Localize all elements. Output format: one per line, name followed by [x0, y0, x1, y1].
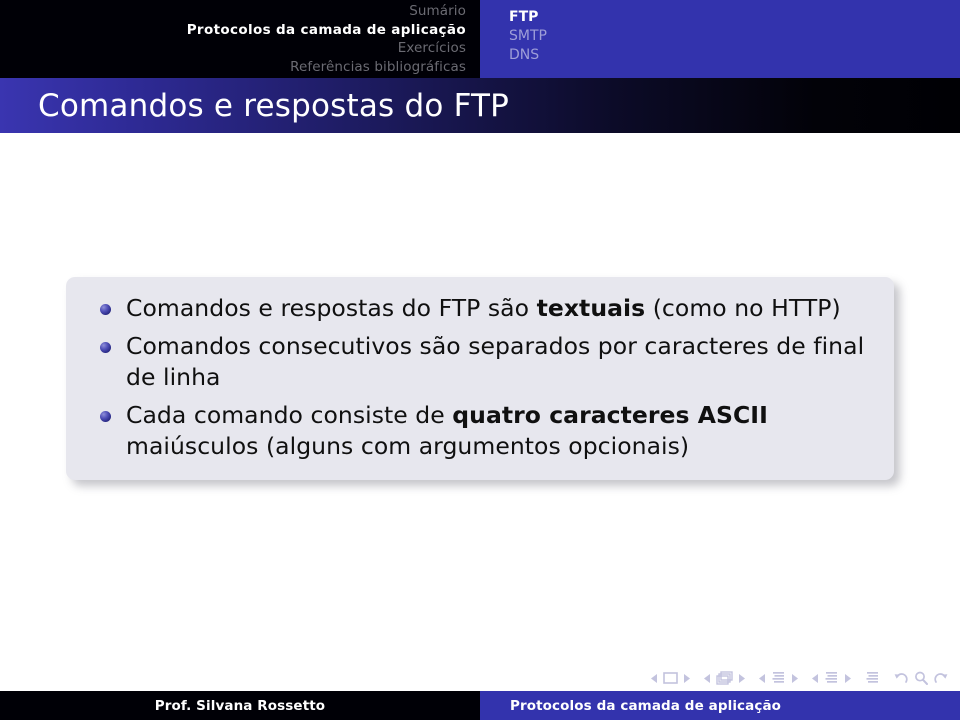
back-arrow-icon[interactable]: [894, 671, 909, 685]
history-navigation: [894, 671, 948, 685]
list-item-emphasis: textuais: [536, 294, 646, 322]
nav-section-item[interactable]: Referências bibliográficas: [0, 58, 466, 77]
nav-section-item[interactable]: Exercícios: [0, 39, 466, 58]
section-navigation: [812, 671, 851, 685]
frame-stack-icon[interactable]: [716, 671, 733, 685]
list-item: Comandos consecutivos são separados por …: [80, 331, 880, 393]
footer-author-label: Prof. Silvana Rossetto: [154, 697, 326, 714]
section-navigation-list: Sumário Protocolos da camada de aplicação…: [0, 0, 480, 78]
header-navigation-bar: Sumário Protocolos da camada de aplicação…: [0, 0, 960, 78]
slide-title-bar: Comandos e respostas do FTP: [0, 78, 960, 133]
beamer-navigation-symbols[interactable]: [651, 668, 948, 688]
nav-section-item[interactable]: Sumário: [0, 2, 466, 21]
footer-title-label: Protocolos da camada de aplicação: [510, 697, 782, 714]
footer-title: Protocolos da camada de aplicação: [480, 691, 960, 720]
list-item-emphasis: quatro caracteres ASCII: [452, 401, 768, 429]
frame-navigation: [704, 671, 745, 685]
list-item-text: maiúsculos (alguns com argumentos opcion…: [126, 432, 690, 460]
bullet-point-icon: [100, 304, 111, 315]
section-icon[interactable]: [824, 671, 839, 685]
list-item-text: Cada comando consiste de: [126, 401, 453, 429]
page-title: Comandos e respostas do FTP: [38, 87, 510, 124]
nav-subsection-item[interactable]: FTP: [509, 8, 960, 27]
document-icon[interactable]: [865, 671, 880, 685]
bullet-point-icon: [100, 411, 111, 422]
triangle-left-icon[interactable]: [759, 673, 766, 683]
slide-navigation: [651, 672, 690, 684]
triangle-right-icon[interactable]: [844, 673, 851, 683]
subsection-icon[interactable]: [771, 671, 786, 685]
list-item-text: Comandos e respostas do FTP são: [126, 294, 537, 322]
presentation-slide: Sumário Protocolos da camada de aplicação…: [0, 0, 960, 720]
triangle-right-icon[interactable]: [738, 673, 745, 683]
footer-author: Prof. Silvana Rossetto: [0, 691, 480, 720]
subsection-navigation: [759, 671, 798, 685]
nav-subsection-item[interactable]: DNS: [509, 46, 960, 65]
triangle-left-icon[interactable]: [651, 673, 658, 683]
nav-section-item[interactable]: Protocolos da camada de aplicação: [0, 21, 466, 40]
triangle-left-icon[interactable]: [704, 673, 711, 683]
subsection-navigation-list: FTP SMTP DNS: [480, 0, 960, 78]
list-item-text: Comandos consecutivos são separados por …: [126, 332, 865, 391]
slide-icon[interactable]: [663, 672, 678, 684]
bullet-point-icon: [100, 342, 111, 353]
forward-arrow-icon[interactable]: [933, 671, 948, 685]
triangle-right-icon[interactable]: [683, 673, 690, 683]
list-item: Comandos e respostas do FTP são textuais…: [80, 293, 880, 324]
slide-content-area: Comandos e respostas do FTP são textuais…: [0, 133, 960, 658]
document-navigation: [865, 671, 880, 685]
itemize-block: Comandos e respostas do FTP são textuais…: [66, 277, 894, 480]
triangle-left-icon[interactable]: [812, 673, 819, 683]
nav-subsection-item[interactable]: SMTP: [509, 27, 960, 46]
search-icon[interactable]: [914, 671, 928, 685]
footer-bar: Prof. Silvana Rossetto Protocolos da cam…: [0, 691, 960, 720]
triangle-right-icon[interactable]: [791, 673, 798, 683]
bullet-list: Comandos e respostas do FTP são textuais…: [80, 293, 880, 462]
list-item: Cada comando consiste de quatro caracter…: [80, 400, 880, 462]
list-item-text: (como no HTTP): [645, 294, 841, 322]
